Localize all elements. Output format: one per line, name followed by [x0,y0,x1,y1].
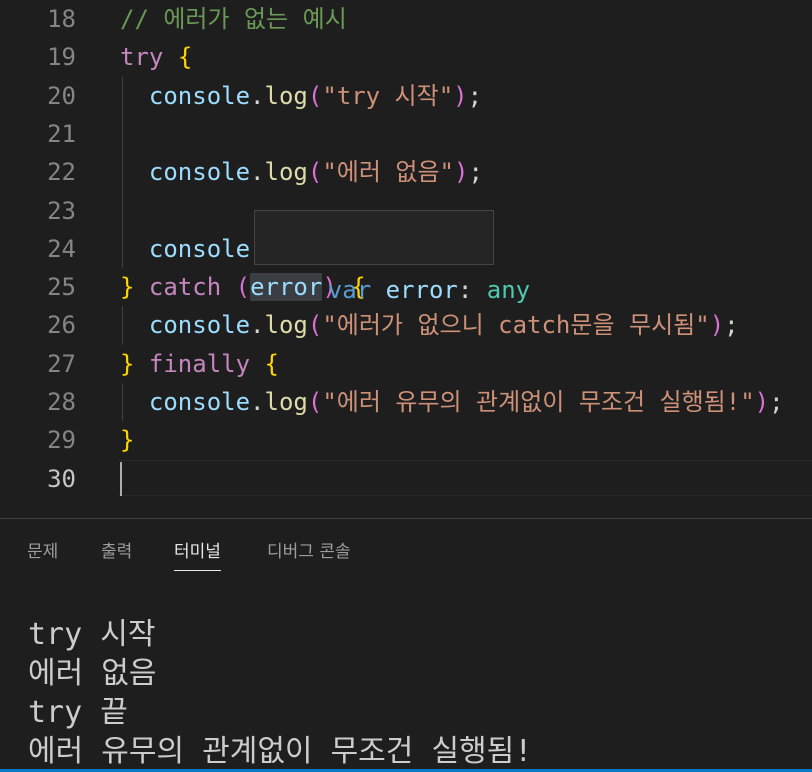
tab-terminal[interactable]: 터미널 [174,537,221,571]
line-number: 28 [47,388,76,416]
terminal-line: 에러 유무의 관계없이 무조건 실행됨! [28,734,533,769]
code-line: 29} [0,421,812,459]
line-number: 20 [47,81,76,110]
code-token: ) [453,158,469,187]
code-token: . [250,311,265,340]
code-token: . [250,388,265,416]
code-line: 18 // 에러가 없는 예시 [0,0,812,38]
code-text: console.log("에러 없음"); [120,153,483,191]
code-token: finally [148,349,251,378]
tab-debug-console[interactable]: 디버그 콘솔 [267,537,351,570]
code-text: } finally { [120,345,279,383]
bottom-panel: 문제 출력 터미널 디버그 콘솔 try 시작 에러 없음 try 끝 에러 유… [0,518,812,772]
code-token: ( [235,273,251,302]
code-text: try { [120,38,192,76]
code-token: console [120,81,251,110]
current-line-highlight [118,460,812,496]
code-token: } [120,349,135,378]
code-token: console [120,234,251,263]
code-token: catch [148,273,222,302]
code-token: log [264,81,308,110]
line-number: 21 [47,119,76,148]
indent-guide [122,383,123,422]
code-line: 19 try { [0,38,812,76]
code-token: ) [709,311,725,340]
hover-variable-name: error [371,276,458,304]
code-token: "에러 유무의 관계없이 무조건 실행됨!" [322,388,755,416]
code-token: log [264,158,308,187]
code-token: "에러 없음" [322,158,454,187]
code-token: ( [307,388,323,416]
code-token: . [250,158,265,187]
line-number: 18 [47,5,76,33]
code-text: } [120,421,134,459]
hover-type: any [486,276,531,304]
code-token: ; [468,158,483,187]
code-text: console.log("에러 유무의 관계없이 무조건 실행됨!"); [120,383,784,421]
code-token: } [120,273,135,302]
code-token: console [120,388,251,416]
terminal-line: 에러 없음 [28,656,157,691]
terminal-line: try 시작 [28,617,156,652]
tab-output[interactable]: 출력 [101,537,132,570]
hover-tooltip: var error: any [254,210,530,304]
code-text: console [120,230,250,268]
code-token: ; [769,388,784,416]
code-token: ; [724,311,739,340]
code-text: console.log("try 시작"); [120,77,482,115]
code-token: } [120,426,135,455]
code-token: console [120,311,251,340]
code-line: 27 } finally { [0,345,812,383]
indent-guide [122,76,123,269]
hover-keyword: var [327,276,372,304]
code-token: . [250,81,265,110]
code-token: console [120,158,251,187]
line-number: 30 [47,464,76,493]
line-number: 22 [47,158,76,187]
line-number: 24 [47,234,76,263]
code-token: ( [307,158,323,187]
line-number: 23 [47,196,76,225]
code-token: ( [307,81,323,110]
code-token: try [120,43,164,72]
code-token: ; [467,81,483,110]
code-token: log [264,388,308,416]
hover-colon: : [457,276,487,304]
code-token: // 에러가 없는 예시 [120,5,347,33]
panel-tab-bar: 문제 출력 터미널 디버그 콘솔 [0,519,812,579]
terminal-line: try 끝 [28,695,128,730]
tab-problems[interactable]: 문제 [27,537,58,570]
line-number: 26 [47,311,76,340]
text-cursor [120,462,122,496]
line-number: 29 [47,426,76,455]
indent-guide [122,306,123,345]
line-number: 25 [47,273,76,302]
code-editor[interactable]: 18// 에러가 없는 예시 19 try {20 console.log("try… [0,0,812,518]
code-token: ) [754,388,770,416]
line-number: 19 [47,43,76,72]
code-token: { [177,43,193,72]
code-token: "try 시작" [322,81,454,110]
code-token: ) [453,81,468,110]
line-number: 27 [47,349,76,378]
code-text: // 에러가 없는 예시 [120,0,347,38]
